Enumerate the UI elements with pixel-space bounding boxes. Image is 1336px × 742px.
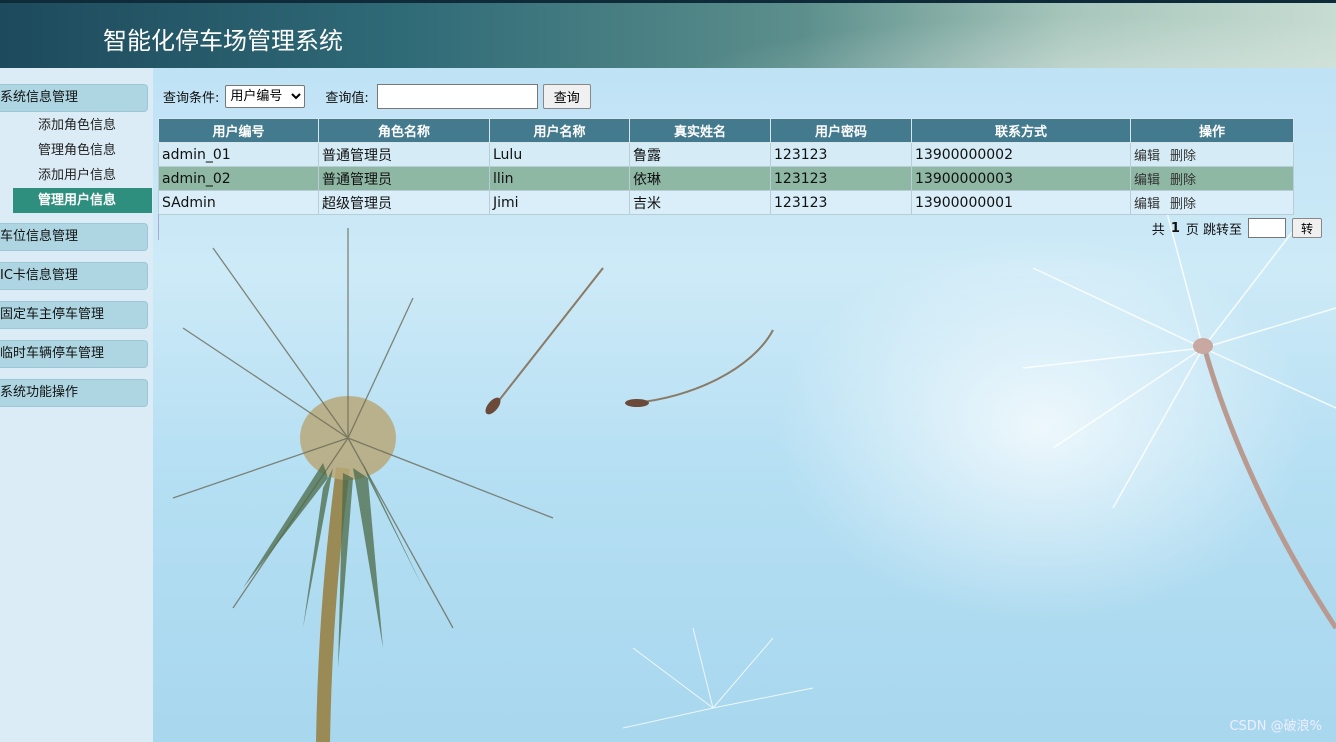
column-header: 用户名称: [489, 118, 630, 143]
pager-total-suffix: 页 跳转至: [1185, 222, 1242, 238]
sidebar-item-add-role[interactable]: 添加角色信息: [13, 113, 152, 138]
cell-role: 普通管理员: [318, 166, 490, 191]
pager-divider: [158, 214, 1294, 240]
column-header: 用户密码: [770, 118, 912, 143]
column-header: 操作: [1130, 118, 1294, 143]
cell-password: 123123: [770, 142, 912, 167]
search-value-label: 查询值:: [325, 90, 369, 106]
cell-username: Jimi: [489, 190, 630, 215]
menu-group-fixed-owner[interactable]: 固定车主停车管理: [0, 301, 148, 329]
edit-link[interactable]: 编辑: [1134, 197, 1160, 212]
cell-phone: 13900000003: [911, 166, 1131, 191]
cell-phone: 13900000002: [911, 142, 1131, 167]
app-title: 智能化停车场管理系统: [103, 27, 343, 55]
watermark: CSDN @破浪%: [1229, 719, 1322, 734]
column-header: 角色名称: [318, 118, 490, 143]
cell-actions: 编辑 删除: [1130, 166, 1294, 191]
cell-user-id: admin_01: [158, 142, 319, 167]
sidebar-item-add-user[interactable]: 添加用户信息: [13, 163, 152, 188]
edit-link[interactable]: 编辑: [1134, 173, 1160, 188]
search-button[interactable]: 查询: [542, 83, 591, 109]
edit-link[interactable]: 编辑: [1134, 149, 1160, 164]
pager-total-pages: 1: [1170, 220, 1180, 236]
cell-username: llin: [489, 166, 630, 191]
menu-group-temp-vehicle[interactable]: 临时车辆停车管理: [0, 340, 148, 368]
cell-realname: 依琳: [629, 166, 771, 191]
sidebar-item-manage-role[interactable]: 管理角色信息: [13, 138, 152, 163]
cell-realname: 吉米: [629, 190, 771, 215]
table-row: SAdmin 超级管理员 Jimi 吉米 123123 13900000001 …: [158, 190, 1294, 215]
table-row: admin_01 普通管理员 Lulu 鲁露 123123 1390000000…: [158, 142, 1294, 167]
main-content: 查询条件: 用户编号 查询值: 查询 用户编号 角色名称 用户名称 真实姓名 用…: [153, 68, 1336, 742]
menu-group-system-info[interactable]: 系统信息管理: [0, 84, 148, 112]
search-value-input[interactable]: [376, 83, 538, 109]
table-row: admin_02 普通管理员 llin 依琳 123123 1390000000…: [158, 166, 1294, 191]
search-bar: 查询条件: 用户编号 查询值: 查询: [163, 83, 591, 109]
column-header: 联系方式: [911, 118, 1131, 143]
cell-password: 123123: [770, 166, 912, 191]
cell-user-id: SAdmin: [158, 190, 319, 215]
users-table: 用户编号 角色名称 用户名称 真实姓名 用户密码 联系方式 操作 admin_0…: [158, 118, 1294, 215]
cell-realname: 鲁露: [629, 142, 771, 167]
pager-go-button[interactable]: 转: [1292, 218, 1322, 238]
pager-total-prefix: 共: [1151, 222, 1165, 238]
cell-actions: 编辑 删除: [1130, 190, 1294, 215]
app-header: 智能化停车场管理系统: [0, 0, 1336, 71]
header-decoration: [600, 3, 1336, 71]
delete-link[interactable]: 删除: [1170, 173, 1196, 188]
delete-link[interactable]: 删除: [1170, 149, 1196, 164]
sidebar-item-manage-user[interactable]: 管理用户信息: [13, 188, 152, 213]
cell-password: 123123: [770, 190, 912, 215]
delete-link[interactable]: 删除: [1170, 197, 1196, 212]
search-condition-select[interactable]: 用户编号: [225, 84, 306, 108]
pager-jump-input[interactable]: [1248, 218, 1286, 238]
cell-username: Lulu: [489, 142, 630, 167]
sidebar: 系统信息管理 添加角色信息 管理角色信息 添加用户信息 管理用户信息 车位信息管…: [0, 68, 153, 742]
menu-group-parking-space[interactable]: 车位信息管理: [0, 223, 148, 251]
cell-role: 普通管理员: [318, 142, 490, 167]
column-header: 用户编号: [158, 118, 319, 143]
table-header-row: 用户编号 角色名称 用户名称 真实姓名 用户密码 联系方式 操作: [158, 118, 1294, 143]
cell-phone: 13900000001: [911, 190, 1131, 215]
cell-role: 超级管理员: [318, 190, 490, 215]
pager: 共 1 页 跳转至 转: [1152, 218, 1322, 238]
menu-group-ic-card[interactable]: IC卡信息管理: [0, 262, 148, 290]
search-condition-label: 查询条件:: [163, 90, 220, 106]
cell-user-id: admin_02: [158, 166, 319, 191]
column-header: 真实姓名: [629, 118, 771, 143]
menu-group-system-ops[interactable]: 系统功能操作: [0, 379, 148, 407]
cell-actions: 编辑 删除: [1130, 142, 1294, 167]
